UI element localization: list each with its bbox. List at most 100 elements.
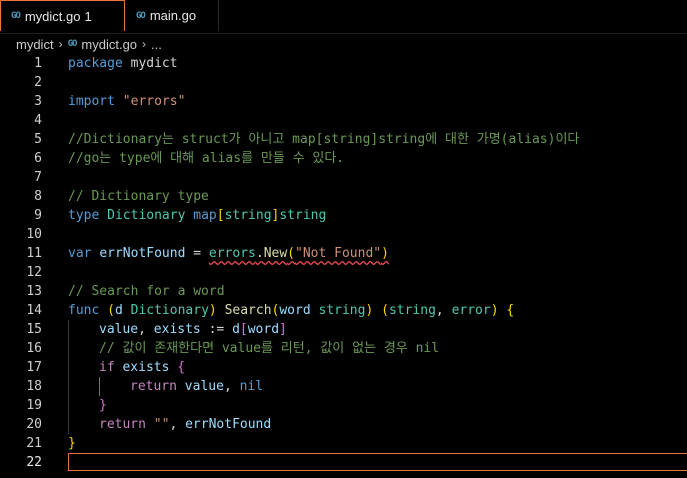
code-line: 9 type Dictionary map[string]string — [0, 206, 687, 225]
bracket: { — [177, 360, 186, 375]
function-name: Search — [224, 303, 272, 318]
go-file-icon: GO — [11, 11, 21, 21]
current-line-highlight[interactable] — [68, 453, 687, 471]
comment: // Dictionary type — [68, 189, 209, 204]
bracket: ) — [365, 303, 374, 318]
keyword: import — [68, 94, 115, 109]
tab-main-go[interactable]: GO main.go — [126, 0, 219, 31]
type-name: string — [318, 303, 366, 318]
bracket: } — [68, 436, 76, 451]
keyword: nil — [239, 379, 264, 394]
operator: , — [169, 417, 186, 432]
error-squiggle[interactable]: errors.New("Not Found") — [209, 246, 389, 261]
keyword: var — [68, 246, 92, 261]
code-line: 19} — [0, 396, 687, 415]
keyword: func — [68, 303, 100, 318]
code-line: 4 — [0, 111, 687, 130]
line-number: 12 — [26, 265, 42, 280]
operator: , — [435, 303, 444, 318]
bracket: ) — [381, 246, 389, 261]
code-line: 15 value, exists := d[word] — [0, 320, 687, 339]
line-number: 17 — [26, 360, 42, 375]
breadcrumb-more[interactable]: ... — [151, 37, 162, 52]
problem-count-badge: 1 — [84, 8, 92, 24]
comment: //go는 type에 대해 alias를 만들 수 있다. — [68, 151, 345, 166]
type-name: string — [224, 208, 272, 223]
line-number: 13 — [26, 284, 42, 299]
code-line: 12 — [0, 263, 687, 282]
line-number: 3 — [34, 94, 42, 109]
code-line-current: 22 — [0, 453, 687, 472]
code-line: 10 — [0, 225, 687, 244]
breadcrumb-file[interactable]: mydict.go — [81, 37, 137, 52]
type-name: string — [279, 208, 327, 223]
package-name: errors — [208, 246, 256, 261]
tab-mydict-go[interactable]: GO mydict.go 1 — [0, 0, 125, 31]
code-line: 13 // Search for a word — [0, 282, 687, 301]
code-line: 1 package mydict — [0, 54, 687, 73]
indent-guide — [68, 415, 69, 434]
breadcrumb-folder[interactable]: mydict — [16, 37, 54, 52]
tab-label: mydict.go — [24, 8, 81, 24]
variable: word — [247, 322, 280, 337]
line-number: 8 — [34, 189, 42, 204]
line-number: 14 — [26, 303, 42, 318]
line-number: 10 — [26, 227, 42, 242]
bracket: ( — [107, 303, 115, 318]
indent-guide — [68, 320, 69, 339]
code-line: 3 import "errors" — [0, 92, 687, 111]
variable: value — [99, 322, 139, 337]
line-number: 18 — [26, 379, 42, 394]
type-name: error — [451, 303, 491, 318]
line-number: 6 — [34, 151, 42, 166]
code-line: 6 //go는 type에 대해 alias를 만들 수 있다. — [0, 149, 687, 168]
operator: . — [255, 246, 264, 261]
comment: // 값이 존재한다면 value를 리턴, 값이 없는 경우 nil — [99, 341, 440, 356]
code-line: 11 var errNotFound = errors.New("Not Foun… — [0, 244, 687, 263]
line-number: 16 — [26, 341, 42, 356]
indent-guide — [68, 396, 69, 415]
line-number: 20 — [26, 417, 42, 432]
indent-guide — [68, 339, 69, 358]
line-number: 2 — [34, 75, 42, 90]
string-literal: "" — [153, 417, 170, 432]
operator: , — [138, 322, 154, 337]
variable: d — [232, 322, 240, 337]
operator: = — [185, 246, 209, 261]
indent-guide — [68, 377, 69, 396]
code-line: 2 — [0, 73, 687, 92]
variable: errNotFound — [99, 246, 186, 261]
keyword: type — [68, 208, 100, 223]
operator: , — [223, 379, 240, 394]
type-name: Dictionary — [107, 208, 186, 223]
type-name: Dictionary — [130, 303, 209, 318]
string-literal: "Not Found" — [295, 246, 382, 261]
function-name: New — [263, 246, 288, 261]
comment: // Search for a word — [68, 284, 225, 299]
code-line: 8 // Dictionary type — [0, 187, 687, 206]
keyword: package — [68, 56, 123, 71]
bracket: ) — [208, 303, 217, 318]
line-number: 19 — [26, 398, 42, 413]
line-number: 4 — [34, 113, 42, 128]
bracket: ( — [381, 303, 389, 318]
identifier: mydict — [122, 56, 178, 71]
bracket: ] — [279, 322, 287, 337]
go-file-icon: GO — [67, 39, 78, 49]
code-editor[interactable]: 1 package mydict 2 3 import "errors" 4 5 //… — [0, 54, 687, 478]
line-number: 11 — [26, 246, 42, 261]
chevron-right-icon: › — [142, 37, 147, 51]
code-line: 21} — [0, 434, 687, 453]
code-line: 7 — [0, 168, 687, 187]
bracket: [ — [216, 208, 225, 223]
breadcrumb: mydict › GO mydict.go › ... — [0, 34, 687, 54]
code-line: 14 func (d Dictionary) Search(word string… — [0, 301, 687, 320]
code-line: 20 return "", errNotFound — [0, 415, 687, 434]
tab-bar: GO mydict.go 1 GO main.go — [0, 0, 687, 34]
line-number: 21 — [26, 436, 42, 451]
bracket: } — [99, 398, 107, 413]
line-number: 9 — [34, 208, 42, 223]
code-line: 17 if exists { — [0, 358, 687, 377]
variable: word — [279, 303, 311, 318]
variable: d — [114, 303, 123, 318]
